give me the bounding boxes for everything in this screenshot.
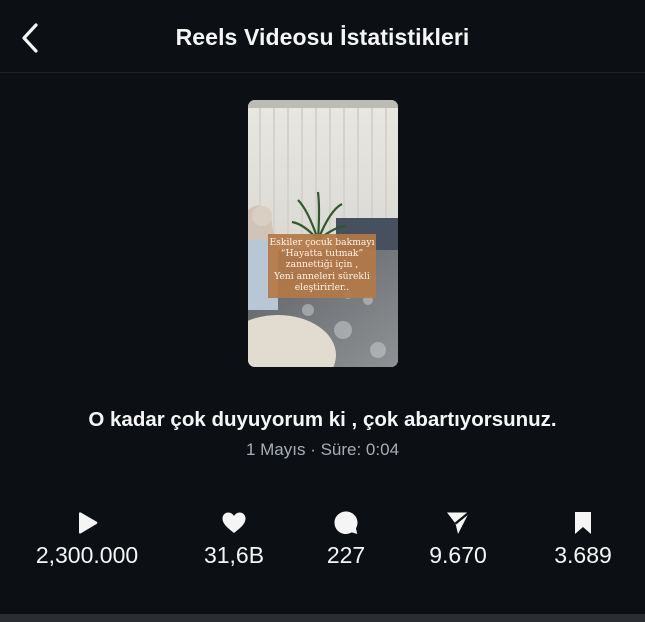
heart-icon	[222, 512, 246, 533]
stat-value: 3.689	[554, 542, 612, 568]
overlay-line: zannettiği için ,	[285, 259, 359, 271]
bookmark-icon	[575, 512, 591, 534]
stat-plays: 2,300.000	[17, 508, 157, 569]
stat-saves: 3.689	[513, 508, 645, 569]
page-title: Reels Videosu İstatistikleri	[175, 24, 470, 50]
share-icon	[447, 511, 470, 534]
reel-title: O kadar çok duyuyorum ki , çok abartıyor…	[88, 408, 557, 431]
stat-value: 2,300.000	[35, 542, 139, 568]
stat-value: 9.670	[429, 542, 487, 568]
stat-shares: 9.670	[388, 508, 528, 569]
bottom-divider	[0, 614, 645, 622]
comment-icon	[334, 511, 358, 534]
reel-thumbnail[interactable]: Eskiler çocuk bakmayı “Hayatta tutmak” z…	[248, 100, 398, 367]
overlay-line: Eskiler çocuk bakmayı	[269, 237, 375, 248]
reel-overlay-caption: Eskiler çocuk bakmayı “Hayatta tutmak” z…	[268, 234, 376, 298]
play-icon	[79, 512, 98, 534]
reel-meta: 1 Mayıs · Süre: 0:04	[245, 440, 400, 459]
overlay-line: “Hayatta tutmak”	[280, 248, 364, 260]
stats-row: 2,300.000 31,6B 227 9.670 3.689	[0, 508, 645, 578]
overlay-line: Yeni anneleri sürekli	[274, 270, 370, 282]
overlay-line: eleştirirler..	[294, 281, 350, 293]
header-bar: Reels Videosu İstatistikleri	[0, 0, 645, 73]
